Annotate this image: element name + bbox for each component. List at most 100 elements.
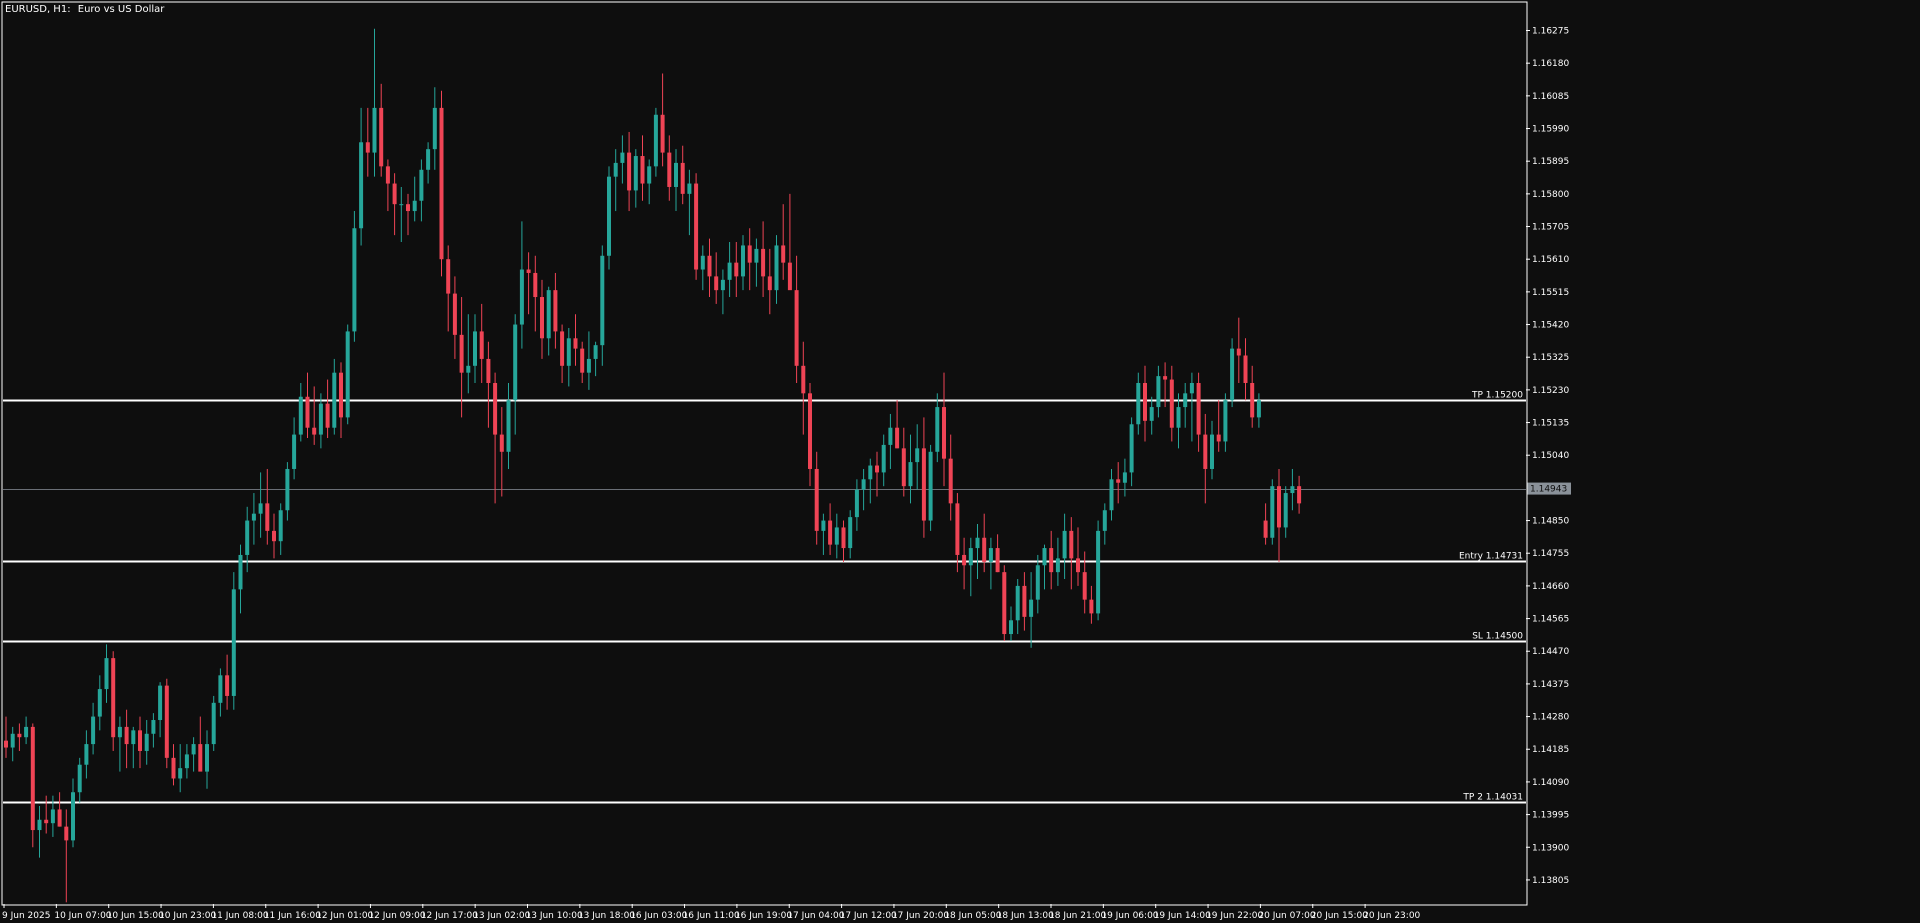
price-chart[interactable]: TP 1.15200 Entry 1.14731 SL 1.14500 TP 2 1.…: [0, 0, 1920, 923]
candle-body: [506, 400, 511, 452]
candle-body: [459, 334, 464, 373]
x-tick-label: 16 Jun 03:00: [630, 911, 687, 921]
candle: [111, 651, 116, 751]
y-tick-label: 1.15515: [1532, 288, 1569, 298]
candle-body: [794, 290, 799, 366]
candle-body: [975, 537, 980, 549]
x-tick-label: 20 Jun 15:00: [1311, 911, 1368, 921]
candle-body: [473, 331, 477, 366]
candle-body: [151, 720, 156, 734]
candle-body: [613, 162, 618, 177]
y-tick-label: 1.16085: [1532, 92, 1569, 102]
candle-body: [1169, 379, 1174, 428]
x-tick-label: 19 Jun 22:00: [1206, 911, 1263, 921]
candle-body: [325, 403, 330, 428]
candle-body: [640, 156, 645, 184]
candle-body: [84, 744, 89, 765]
candle-body: [1096, 530, 1101, 614]
candle: [653, 107, 658, 177]
candle-body: [1029, 599, 1034, 617]
candle: [1096, 520, 1101, 621]
candle-body: [499, 434, 504, 452]
candle-body: [1236, 348, 1241, 356]
x-tick-label: 13 Jun 02:00: [473, 911, 530, 921]
candle-body: [1089, 599, 1094, 614]
candle-body: [942, 407, 946, 459]
candle-body: [1102, 510, 1107, 531]
candle-body: [1263, 520, 1268, 538]
candle-body: [184, 754, 189, 769]
candle-body: [446, 259, 451, 294]
candle: [30, 723, 35, 848]
candle: [1002, 565, 1007, 641]
y-tick-label: 1.14660: [1532, 582, 1569, 592]
candle-body: [647, 166, 652, 184]
y-tick-label: 1.13995: [1532, 811, 1569, 821]
x-tick-label: 18 Jun 13:00: [997, 911, 1054, 921]
candle-body: [399, 204, 404, 206]
y-tick-label: 1.15610: [1532, 255, 1569, 265]
candle-body: [1129, 424, 1134, 473]
candle-body: [104, 658, 109, 690]
candle-body: [486, 358, 491, 384]
x-tick-label: 19 Jun 06:00: [1101, 911, 1158, 921]
candle-body: [854, 489, 859, 518]
candle-body: [848, 517, 853, 549]
candle-body: [720, 279, 725, 291]
candle-body: [633, 156, 638, 191]
candle-body: [526, 269, 531, 273]
candle-body: [921, 448, 926, 521]
candle-body: [1283, 493, 1288, 528]
candle-body: [10, 733, 15, 748]
candle-body: [781, 245, 786, 263]
candle-body: [687, 183, 692, 194]
candle-body: [265, 503, 270, 531]
candle-body: [888, 427, 893, 445]
y-tick-label: 1.15800: [1532, 190, 1569, 200]
candle-body: [895, 427, 900, 449]
candle-body: [144, 733, 149, 751]
current-price-label: 1.14943: [1530, 485, 1567, 495]
candle-body: [245, 520, 250, 555]
candle-body: [586, 358, 591, 373]
candle-body: [158, 685, 163, 721]
candle-body: [908, 462, 913, 487]
candle-body: [1116, 479, 1121, 483]
candle-body: [560, 331, 565, 366]
y-tick-label: 1.14185: [1532, 745, 1569, 755]
candle-body: [1042, 548, 1047, 566]
candle-body: [540, 297, 544, 339]
candle-body: [1297, 486, 1302, 504]
candle-body: [727, 262, 732, 280]
candle-body: [962, 554, 967, 566]
x-tick-label: 9 Jun 2025: [2, 911, 50, 921]
candle-body: [178, 768, 183, 779]
candle-body: [761, 248, 766, 277]
candle-body: [1290, 486, 1295, 494]
candle-body: [1243, 355, 1248, 384]
candle-body: [493, 383, 498, 435]
candle-body: [982, 537, 987, 562]
x-tick-label: 20 Jun 23:00: [1363, 911, 1420, 921]
x-tick-label: 10 Jun 07:00: [54, 911, 111, 921]
candle-body: [352, 228, 357, 332]
candle-body: [741, 245, 745, 277]
candle-body: [1277, 486, 1281, 528]
x-tick-label: 12 Jun 01:00: [316, 911, 373, 921]
candle-body: [767, 276, 772, 291]
candle: [1230, 338, 1235, 408]
candle-body: [225, 675, 230, 696]
candle-body: [385, 166, 390, 184]
candle-body: [124, 726, 129, 745]
candle-body: [915, 448, 920, 463]
chart-title: EURUSD, H1: Euro vs US Dollar: [5, 4, 165, 15]
y-tick-label: 1.13805: [1532, 876, 1569, 886]
candle-body: [734, 262, 739, 277]
candle: [352, 211, 357, 342]
candle-body: [117, 726, 122, 738]
level-label: TP 2 1.14031: [1462, 793, 1523, 803]
candle-body: [1136, 383, 1141, 425]
y-tick-label: 1.15135: [1532, 419, 1569, 429]
candle-body: [278, 510, 283, 542]
x-tick-label: 10 Jun 23:00: [159, 911, 216, 921]
